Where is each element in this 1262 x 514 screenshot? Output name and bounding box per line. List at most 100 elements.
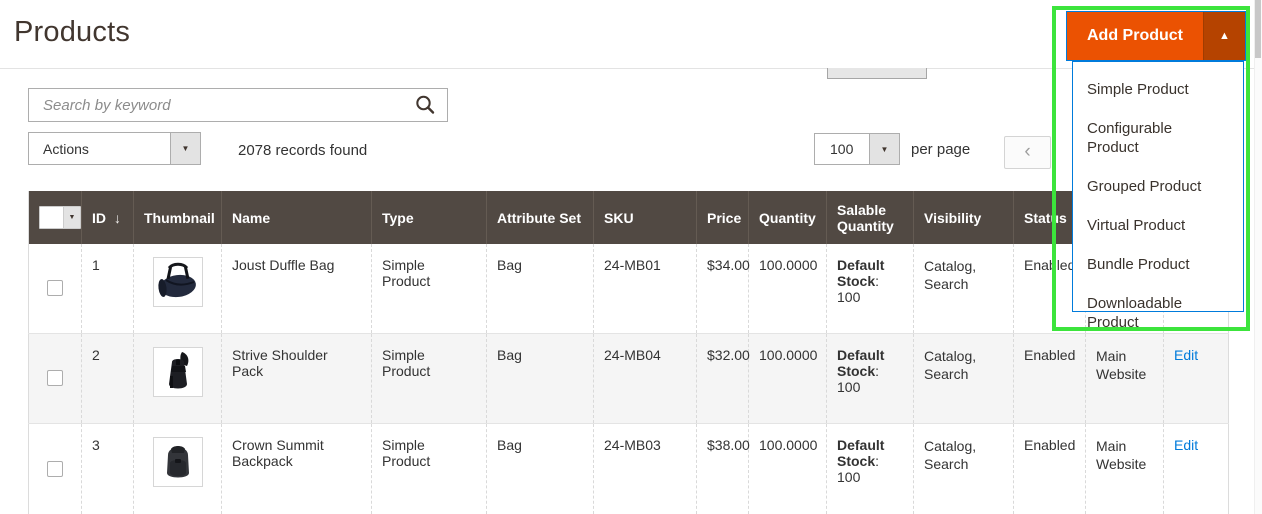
cell-name: Crown Summit Backpack — [222, 423, 372, 514]
column-header-sku[interactable]: SKU — [594, 191, 697, 244]
cell-type: Simple Product — [372, 244, 487, 333]
page-size-select[interactable]: 100 ▼ — [814, 133, 900, 165]
column-header-name[interactable]: Name — [222, 191, 372, 244]
actions-select-label: Actions — [29, 133, 170, 164]
product-image-duffle-bag — [156, 262, 200, 302]
product-image-shoulder-pack — [160, 350, 196, 394]
select-all-control[interactable]: ▼ — [39, 206, 81, 229]
column-header-type[interactable]: Type — [372, 191, 487, 244]
thumbnail-box — [153, 347, 203, 397]
add-product-split-button: Add Product ▲ — [1066, 11, 1246, 61]
menu-item-grouped-product[interactable]: Grouped Product — [1073, 167, 1243, 206]
grid-header-row: ▼ ID↓ Thumbnail Name Type Attribute Set … — [29, 191, 1229, 244]
records-found-text: 2078 records found — [238, 142, 367, 159]
search-icon — [414, 94, 436, 116]
row-checkbox[interactable] — [47, 370, 63, 386]
row-checkbox[interactable] — [47, 461, 63, 477]
cell-thumbnail — [134, 333, 222, 423]
select-all-toggle[interactable]: ▼ — [63, 207, 80, 228]
cell-action: Edit — [1164, 333, 1229, 423]
cell-price: $34.00 — [697, 244, 749, 333]
add-product-menu: Simple Product Configurable Product Grou… — [1072, 61, 1244, 312]
product-image-backpack — [160, 441, 196, 483]
chevron-up-icon: ▲ — [1219, 30, 1230, 42]
table-row: 3 Crown Summit Backpack Simple Pro — [29, 423, 1229, 514]
cell-visibility: Catalog, Search — [914, 423, 1014, 514]
cell-quantity: 100.0000 — [749, 423, 827, 514]
menu-item-configurable-product[interactable]: Configurable Product — [1073, 109, 1243, 167]
edit-link[interactable]: Edit — [1174, 437, 1198, 453]
page-title: Products — [14, 16, 130, 49]
page-size-value: 100 — [815, 134, 869, 164]
cell-quantity: 100.0000 — [749, 333, 827, 423]
toolbar-button-remnant — [827, 68, 927, 79]
cell-salable-quantity: Default Stock: 100 — [827, 423, 914, 514]
menu-item-simple-product[interactable]: Simple Product — [1073, 70, 1243, 109]
cell-id: 2 — [82, 333, 134, 423]
cell-quantity: 100.0000 — [749, 244, 827, 333]
row-checkbox[interactable] — [47, 280, 63, 296]
cell-sku: 24-MB01 — [594, 244, 697, 333]
column-header-attribute-set[interactable]: Attribute Set — [487, 191, 594, 244]
column-header-thumbnail[interactable]: Thumbnail — [134, 191, 222, 244]
search-button[interactable] — [411, 92, 439, 120]
scrollbar-thumb[interactable] — [1255, 0, 1261, 58]
cell-status: Enabled — [1014, 333, 1086, 423]
thumbnail-box — [153, 437, 203, 487]
table-row: 1 Joust Du — [29, 244, 1229, 333]
menu-item-virtual-product[interactable]: Virtual Product — [1073, 206, 1243, 245]
add-product-toggle-button[interactable]: ▲ — [1203, 12, 1245, 60]
cell-status: Enabled — [1014, 423, 1086, 514]
previous-page-button[interactable]: ‹ — [1004, 136, 1051, 169]
search-input[interactable] — [29, 89, 447, 121]
cell-type: Simple Product — [372, 333, 487, 423]
select-all-header: ▼ — [29, 191, 82, 244]
chevron-down-icon: ▼ — [182, 144, 190, 153]
menu-item-bundle-product[interactable]: Bundle Product — [1073, 245, 1243, 284]
cell-thumbnail — [134, 423, 222, 514]
cell-sku: 24-MB04 — [594, 333, 697, 423]
column-header-visibility[interactable]: Visibility — [914, 191, 1014, 244]
select-all-checkbox[interactable] — [40, 207, 63, 228]
chevron-down-icon: ▼ — [881, 145, 889, 154]
column-header-quantity[interactable]: Quantity — [749, 191, 827, 244]
cell-attribute-set: Bag — [487, 244, 594, 333]
cell-name: Strive Shoulder Pack — [222, 333, 372, 423]
keyword-search — [28, 88, 448, 122]
thumbnail-box — [153, 257, 203, 307]
table-row: 2 Strive Shoulder Pack — [29, 333, 1229, 423]
actions-select-toggle[interactable]: ▼ — [170, 133, 200, 164]
cell-action: Edit — [1164, 423, 1229, 514]
cell-id: 1 — [82, 244, 134, 333]
actions-select[interactable]: Actions ▼ — [28, 132, 201, 165]
sort-descending-icon: ↓ — [114, 210, 121, 226]
chevron-left-icon: ‹ — [1024, 141, 1030, 162]
edit-link[interactable]: Edit — [1174, 347, 1198, 363]
column-header-price[interactable]: Price — [697, 191, 749, 244]
cell-visibility: Catalog, Search — [914, 333, 1014, 423]
cell-price: $38.00 — [697, 423, 749, 514]
cell-salable-quantity: Default Stock: 100 — [827, 333, 914, 423]
cell-price: $32.00 — [697, 333, 749, 423]
cell-type: Simple Product — [372, 423, 487, 514]
menu-item-downloadable-product[interactable]: Downloadable Product — [1073, 284, 1243, 342]
cell-name: Joust Duffle Bag — [222, 244, 372, 333]
products-page: Products Actions ▼ 2078 records found 10… — [0, 0, 1262, 514]
cell-id: 3 — [82, 423, 134, 514]
column-header-id[interactable]: ID↓ — [82, 191, 134, 244]
chevron-down-icon: ▼ — [69, 214, 76, 221]
page-size-toggle[interactable]: ▼ — [869, 134, 899, 164]
cell-attribute-set: Bag — [487, 333, 594, 423]
cell-websites: Main Website — [1086, 333, 1164, 423]
cell-attribute-set: Bag — [487, 423, 594, 514]
vertical-scrollbar[interactable] — [1254, 0, 1262, 514]
cell-websites: Main Website — [1086, 423, 1164, 514]
products-grid: ▼ ID↓ Thumbnail Name Type Attribute Set … — [28, 191, 1230, 514]
cell-visibility: Catalog, Search — [914, 244, 1014, 333]
add-product-button[interactable]: Add Product — [1067, 12, 1203, 60]
cell-salable-quantity: Default Stock: 100 — [827, 244, 914, 333]
per-page-label: per page — [911, 141, 970, 158]
cell-sku: 24-MB03 — [594, 423, 697, 514]
cell-thumbnail — [134, 244, 222, 333]
column-header-salable-quantity[interactable]: Salable Quantity — [827, 191, 914, 244]
